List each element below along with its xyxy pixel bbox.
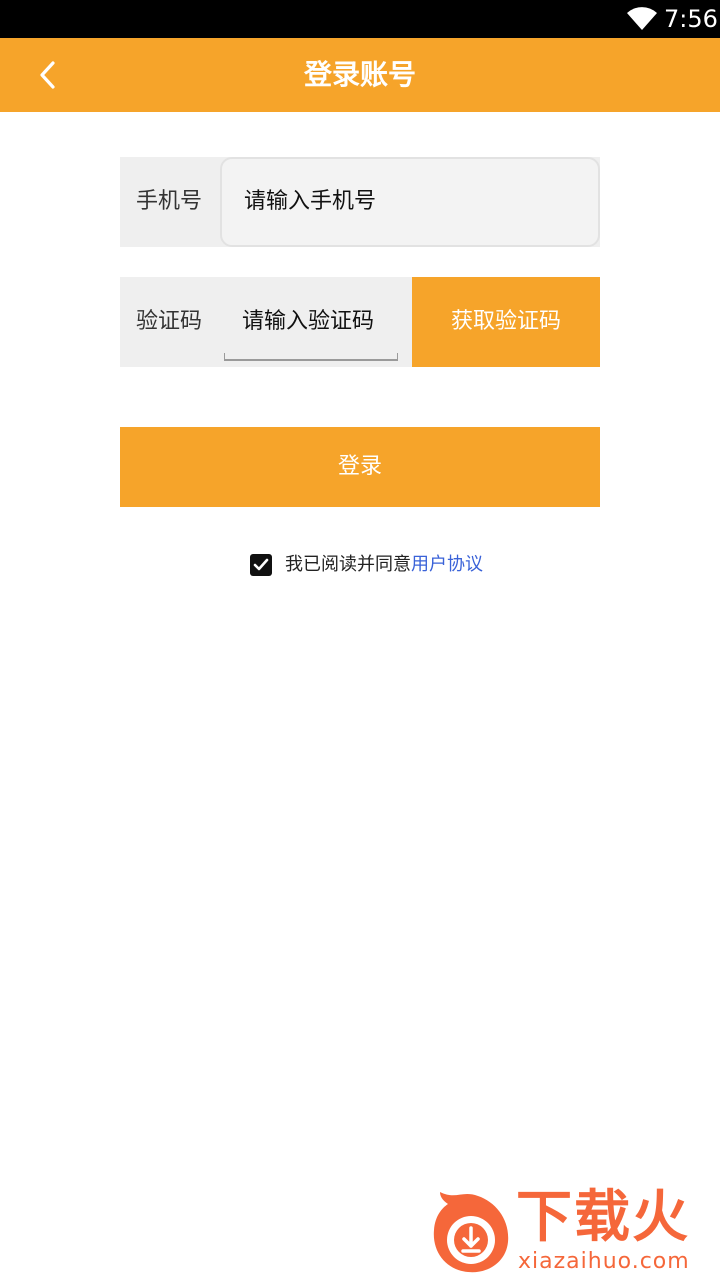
watermark-brand: 下载火 [516,1185,690,1250]
phone-row: 手机号 请输入手机号 [120,157,600,247]
code-row: 验证码 请输入验证码 获取验证码 [120,277,600,367]
user-agreement-link[interactable]: 用户协议 [411,552,483,578]
login-button[interactable]: 登录 [120,427,600,507]
back-button[interactable] [24,50,72,100]
watermark-url: xiazaihuo.com [518,1249,690,1274]
wifi-icon [627,7,657,31]
agreement-checkbox[interactable] [250,554,272,576]
checkmark-icon [253,558,269,571]
code-label: 验证码 [136,309,203,334]
phone-label: 手机号 [136,189,203,214]
agreement-text: 我已阅读并同意 [285,554,411,575]
code-placeholder: 请输入验证码 [242,309,375,334]
status-time: 7:56 [664,5,718,33]
back-arrow-icon [40,61,55,89]
watermark: 下载火 xiazaihuo.com [420,1180,720,1280]
phone-input[interactable]: 请输入手机号 [220,157,600,247]
get-code-button[interactable]: 获取验证码 [412,277,600,367]
page-title: 登录账号 [303,58,416,91]
agreement-row: 我已阅读并同意 用户协议 [250,552,483,578]
download-logo-icon [433,1192,509,1273]
app-bar: 登录账号 [0,38,720,112]
status-bar: 7:56 [0,0,720,38]
verification-code-input[interactable]: 请输入验证码 [224,277,398,361]
phone-placeholder: 请输入手机号 [244,189,377,214]
